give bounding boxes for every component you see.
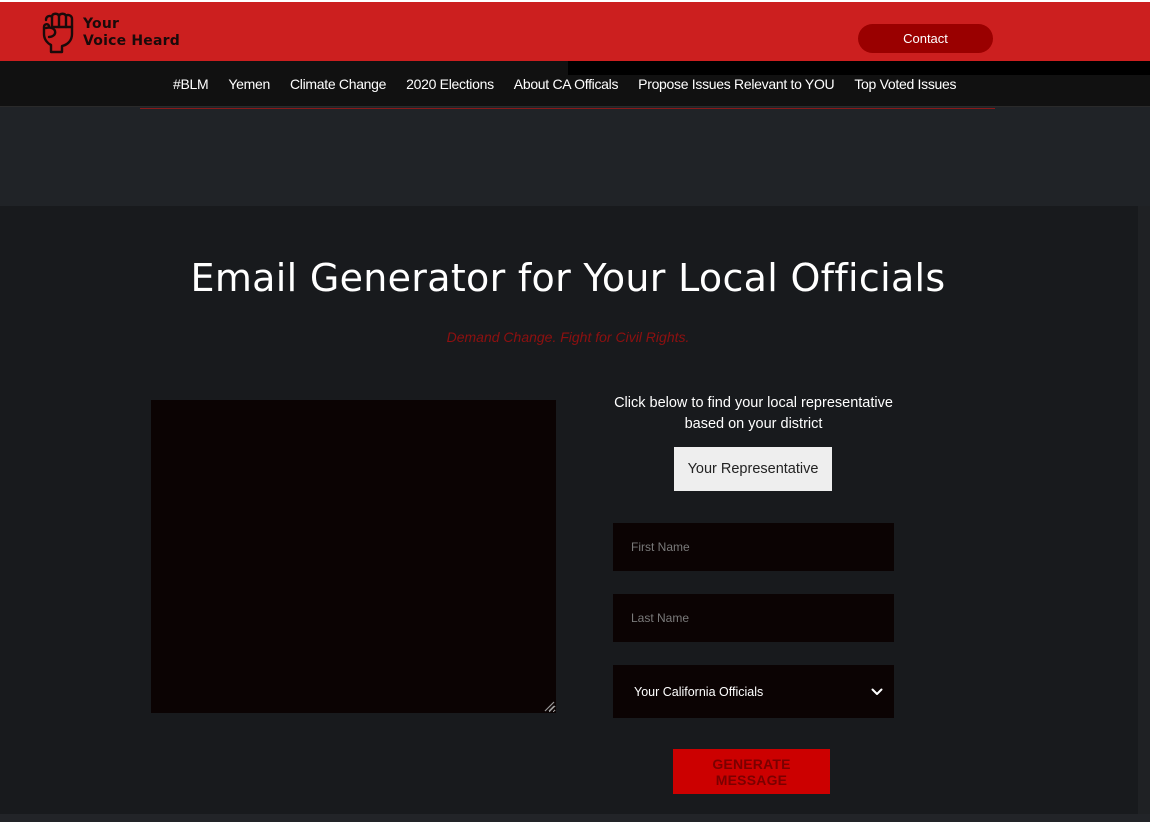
right-edge (1138, 206, 1150, 814)
officials-select-value: Your California Officials (634, 684, 764, 699)
first-name-input[interactable] (613, 523, 894, 571)
page-subtitle: Demand Change. Fight for Civil Rights. (446, 329, 690, 345)
raised-fist-icon (42, 12, 74, 54)
your-representative-button[interactable]: Your Representative (674, 447, 832, 491)
page-title: Email Generator for Your Local Officials (190, 256, 946, 300)
site-logo[interactable]: Your Voice Heard (40, 10, 180, 56)
logo-text: Your Voice Heard (83, 16, 180, 50)
footer-strip (0, 814, 1150, 822)
representative-instructions: Click below to find your local represent… (614, 395, 893, 432)
resize-grip-icon[interactable] (543, 700, 555, 712)
chevron-down-icon (871, 688, 883, 695)
nav-item-climate-change[interactable]: Climate Change (280, 76, 396, 92)
contact-button[interactable]: Contact (858, 24, 993, 53)
logo-text-line-2: Voice Heard (83, 33, 180, 49)
message-textarea[interactable] (151, 400, 556, 713)
nav-divider (140, 108, 995, 109)
page: Your Voice Heard Contact #BLM Yemen Clim… (0, 0, 1150, 822)
nav-item-2020-elections[interactable]: 2020 Elections (396, 76, 504, 92)
officials-select[interactable]: Your California Officials (613, 665, 894, 718)
last-name-input[interactable] (613, 594, 894, 642)
nav-item-about-ca-officials[interactable]: About CA Officals (504, 76, 628, 92)
nav-item-top-voted-issues[interactable]: Top Voted Issues (844, 76, 966, 92)
nav-item-yemen[interactable]: Yemen (218, 76, 280, 92)
nav-items: #BLM Yemen Climate Change 2020 Elections… (163, 61, 966, 107)
site-header: Your Voice Heard Contact (0, 0, 1150, 61)
nav-item-blm[interactable]: #BLM (163, 76, 218, 92)
generate-message-button[interactable]: GENERATE MESSAGE (673, 749, 830, 794)
banner-band (0, 107, 1150, 206)
logo-text-line-1: Your (83, 16, 120, 32)
nav-item-propose-issues[interactable]: Propose Issues Relevant to YOU (628, 76, 844, 92)
